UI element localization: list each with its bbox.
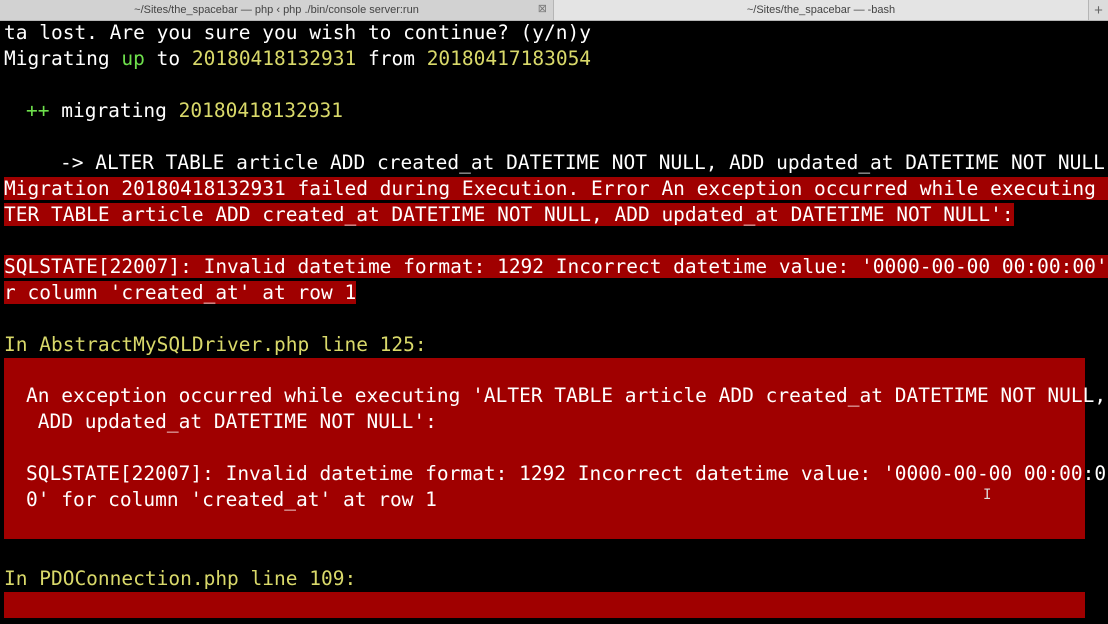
error-line-3: SQLSTATE[22007]: Invalid datetime format…	[4, 254, 1108, 280]
close-tab-icon[interactable]: ⊠	[538, 2, 547, 15]
tab-label: ~/Sites/the_spacebar — php ‹ php ./bin/c…	[134, 4, 419, 16]
migrating-line: Migrating up to 20180418132931 from 2018…	[4, 47, 592, 70]
exception-text-4: 0' for column 'created_at' at row 1	[26, 488, 437, 511]
tab-bash[interactable]: ~/Sites/the_spacebar — -bash	[554, 0, 1088, 20]
error-line-1: Migration 20180418132931 failed during E…	[4, 176, 1108, 202]
sql-statement-line: -> ALTER TABLE article ADD created_at DA…	[60, 151, 1105, 174]
error-line-4: r column 'created_at' at row 1	[4, 281, 357, 304]
migration-step-line: ++ migrating 20180418132931	[26, 99, 343, 122]
error-line-2: TER TABLE article ADD created_at DATETIM…	[4, 203, 1014, 226]
terminal-output[interactable]: ta lost. Are you sure you wish to contin…	[0, 20, 1108, 624]
text-cursor-icon: I	[983, 487, 992, 503]
exception-text-1: An exception occurred while executing 'A…	[26, 384, 1107, 407]
prompt-line: ta lost. Are you sure you wish to contin…	[4, 21, 591, 44]
exception-location-2: In PDOConnection.php line 109:	[4, 567, 357, 590]
exception-text-3: SQLSTATE[22007]: Invalid datetime format…	[26, 462, 1107, 485]
exception-box: An exception occurred while executing 'A…	[4, 358, 1106, 539]
tab-bar: ~/Sites/the_spacebar — php ‹ php ./bin/c…	[0, 0, 1108, 21]
tab-label: ~/Sites/the_spacebar — -bash	[746, 4, 896, 16]
exception-text-2: ADD updated_at DATETIME NOT NULL':	[26, 410, 437, 433]
exception-box-2	[4, 592, 1085, 618]
tab-php-server[interactable]: ~/Sites/the_spacebar — php ‹ php ./bin/c…	[0, 0, 554, 20]
exception-location-1: In AbstractMySQLDriver.php line 125:	[4, 333, 427, 356]
new-tab-button[interactable]: +	[1088, 0, 1108, 20]
